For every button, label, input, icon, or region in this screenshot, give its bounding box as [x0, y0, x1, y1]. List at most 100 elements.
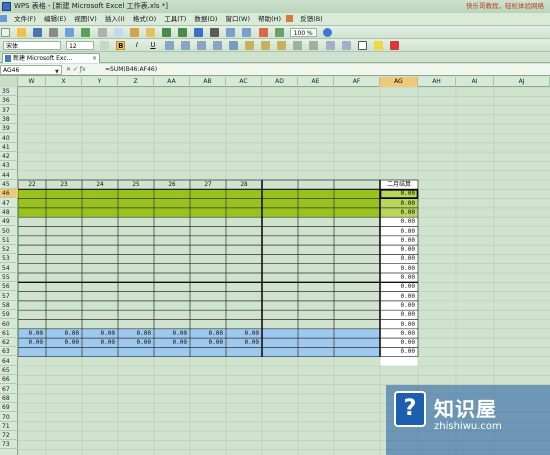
increase-indent-icon[interactable] — [341, 41, 351, 50]
day-header-cell[interactable]: 23 — [46, 180, 82, 189]
row-header-49[interactable]: 49 — [0, 217, 18, 227]
column-header-aj[interactable]: AJ — [494, 77, 550, 87]
ag-total-cell[interactable]: 0.00 — [380, 264, 418, 273]
align-right-icon[interactable] — [196, 41, 206, 50]
row-header-50[interactable]: 50 — [0, 227, 18, 236]
bold-button[interactable]: B — [116, 41, 126, 50]
row-header-70[interactable]: 70 — [0, 413, 18, 422]
ag-total-cell[interactable]: 0.00 — [380, 273, 418, 282]
font-color-picker-icon[interactable] — [100, 41, 110, 50]
underline-button[interactable]: U — [148, 41, 157, 50]
value-cell[interactable]: 0.00 — [226, 338, 262, 347]
value-cell[interactable]: 0.00 — [154, 338, 190, 347]
day-header-cell[interactable]: 24 — [82, 180, 118, 189]
row-header-55[interactable]: 55 — [0, 273, 18, 282]
format-painter-icon[interactable] — [145, 28, 155, 37]
open-icon[interactable] — [17, 28, 27, 37]
comma-style-icon[interactable] — [277, 41, 287, 50]
row-header-51[interactable]: 51 — [0, 236, 18, 245]
row-header-42[interactable]: 42 — [0, 152, 18, 162]
ag-total-cell[interactable]: 0.00 — [380, 245, 418, 254]
column-header-z[interactable]: Z — [118, 77, 154, 87]
ag-total-cell[interactable]: 0.00 — [380, 301, 418, 310]
ag-total-cell[interactable]: 0.00 — [380, 310, 418, 319]
row-header-40[interactable]: 40 — [0, 134, 18, 143]
row-header-57[interactable]: 57 — [0, 292, 18, 301]
column-header-ac[interactable]: AC — [226, 77, 262, 87]
font-size-select[interactable]: 12 — [66, 41, 95, 50]
font-name-select[interactable]: 宋体 — [3, 41, 61, 50]
menu-window[interactable]: 窗口(W) — [222, 13, 253, 25]
row-header-68[interactable]: 68 — [0, 394, 18, 403]
spellcheck-icon[interactable] — [81, 28, 91, 37]
row-header-38[interactable]: 38 — [0, 115, 18, 124]
value-cell[interactable]: 0.00 — [190, 329, 226, 338]
redo-icon[interactable] — [178, 28, 188, 37]
ag-total-cell[interactable]: 0.00 — [380, 208, 418, 217]
column-header-aa[interactable]: AA — [154, 77, 190, 87]
row-header-36[interactable]: 36 — [0, 96, 18, 106]
print-preview-icon[interactable] — [65, 28, 75, 37]
column-header-y[interactable]: Y — [82, 77, 118, 87]
formula-icons[interactable]: ✕ ✓ ƒx — [66, 64, 86, 76]
ag-total-cell[interactable]: 0.00 — [380, 338, 418, 347]
row-header-45[interactable]: 45 — [0, 180, 18, 189]
menu-view[interactable]: 视图(V) — [71, 13, 100, 25]
row-header-71[interactable]: 71 — [0, 422, 18, 431]
decrease-indent-icon[interactable] — [325, 41, 335, 50]
value-cell[interactable]: 0.00 — [82, 338, 118, 347]
column-header-ae[interactable]: AE — [298, 77, 334, 87]
help-icon[interactable] — [322, 28, 332, 37]
value-cell[interactable]: 0.00 — [118, 338, 154, 347]
borders-icon[interactable] — [357, 41, 367, 50]
ag-total-cell[interactable]: 0.00 — [380, 329, 418, 338]
column-header-ad[interactable]: AD — [262, 77, 298, 87]
day-header-cell[interactable]: 28 — [226, 180, 262, 189]
day-header-cell[interactable]: 27 — [190, 180, 226, 189]
row-header-52[interactable]: 52 — [0, 245, 18, 255]
value-cell[interactable]: 0.00 — [46, 329, 82, 338]
new-icon[interactable] — [1, 28, 10, 37]
cut-icon[interactable] — [97, 28, 107, 37]
ag-total-cell[interactable]: 0.00 — [380, 347, 418, 356]
ag-total-cell[interactable]: 0.00 — [380, 236, 418, 245]
column-header-ab[interactable]: AB — [190, 77, 226, 87]
menu-tools[interactable]: 工具(T) — [161, 13, 189, 25]
ag-total-cell[interactable]: 0.00 — [380, 189, 418, 198]
row-header-37[interactable]: 37 — [0, 106, 18, 115]
row-header-35[interactable]: 35 — [0, 87, 18, 96]
value-cell[interactable]: 0.00 — [82, 329, 118, 338]
sort-ascending-icon[interactable] — [226, 28, 236, 37]
italic-button[interactable]: I — [132, 41, 141, 50]
align-left-icon[interactable] — [164, 41, 174, 50]
fill-color-icon[interactable] — [373, 41, 383, 50]
ag-total-cell[interactable]: 0.00 — [380, 199, 418, 208]
justify-icon[interactable] — [212, 41, 222, 50]
print-icon[interactable] — [49, 28, 59, 37]
percent-icon[interactable] — [261, 41, 271, 50]
value-cell[interactable]: 0.00 — [18, 338, 46, 347]
row-header-73[interactable]: 73 — [0, 440, 18, 450]
menu-feedback[interactable]: 反馈(B) — [297, 13, 326, 25]
save-icon[interactable] — [33, 28, 43, 37]
row-header-67[interactable]: 67 — [0, 385, 18, 394]
row-header-60[interactable]: 60 — [0, 320, 18, 329]
row-header-61[interactable]: 61 — [0, 329, 18, 338]
value-cell[interactable]: 0.00 — [18, 329, 46, 338]
formula-input[interactable]: =SUM(B46:AF46) — [105, 64, 157, 76]
row-header-44[interactable]: 44 — [0, 171, 18, 180]
decrease-decimal-icon[interactable] — [309, 41, 319, 50]
hyperlink-icon[interactable] — [194, 28, 204, 37]
day-header-cell[interactable]: 26 — [154, 180, 190, 189]
menu-insert[interactable]: 插入(I) — [102, 13, 128, 25]
drawing-icon[interactable] — [274, 28, 284, 37]
row-header-69[interactable]: 69 — [0, 403, 18, 413]
row-header-72[interactable]: 72 — [0, 431, 18, 441]
paste-icon[interactable] — [129, 28, 139, 37]
tab-workbook[interactable]: 新建 Microsoft Exc... × — [2, 53, 100, 63]
summary-header-cell[interactable]: 二月结算 — [380, 180, 418, 189]
font-color-icon[interactable] — [389, 41, 399, 50]
row-header-65[interactable]: 65 — [0, 366, 18, 375]
row-header-48[interactable]: 48 — [0, 208, 18, 217]
row-header-59[interactable]: 59 — [0, 310, 18, 320]
